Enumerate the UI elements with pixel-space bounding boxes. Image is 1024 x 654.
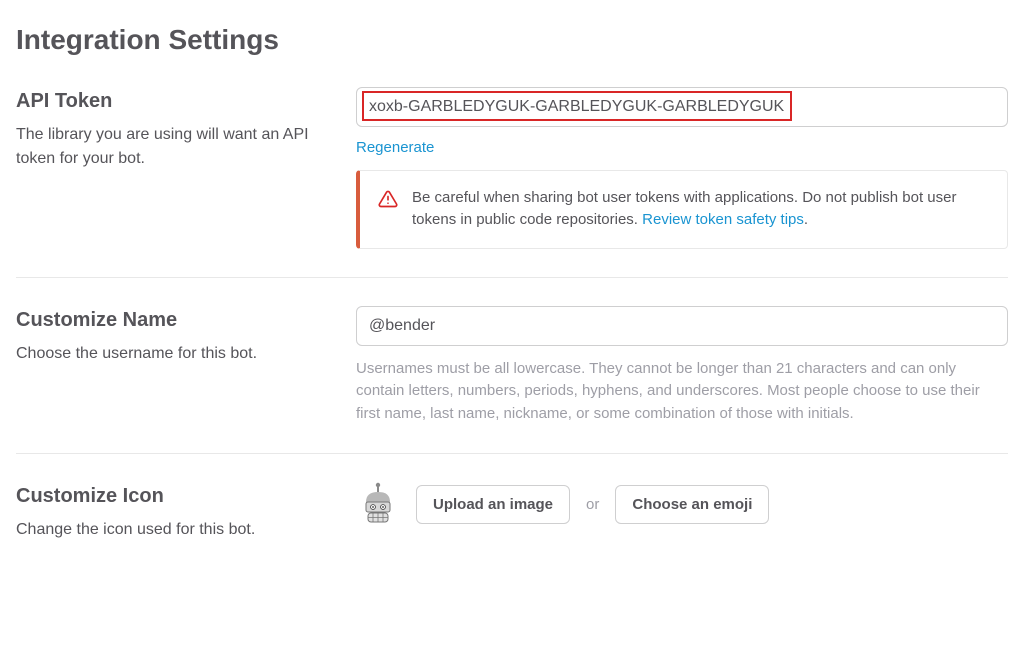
warning-icon <box>378 189 398 209</box>
api-token-input[interactable] <box>356 87 1008 127</box>
token-safety-link[interactable]: Review token safety tips <box>642 211 804 228</box>
customize-name-description: Choose the username for this bot. <box>16 342 332 366</box>
customize-name-section: Customize Name Choose the username for t… <box>16 306 1008 454</box>
choose-emoji-button[interactable]: Choose an emoji <box>615 485 769 524</box>
api-token-heading: API Token <box>16 87 332 115</box>
regenerate-link[interactable]: Regenerate <box>356 137 434 158</box>
api-token-description: The library you are using will want an A… <box>16 123 332 171</box>
or-separator: or <box>586 494 599 515</box>
token-warning-text: Be careful when sharing bot user tokens … <box>412 187 989 232</box>
api-token-section: API Token The library you are using will… <box>16 87 1008 276</box>
customize-icon-heading: Customize Icon <box>16 482 332 510</box>
customize-icon-section: Customize Name Customize Icon Change the… <box>16 482 1008 570</box>
divider <box>16 277 1008 278</box>
upload-image-button[interactable]: Upload an image <box>416 485 570 524</box>
page-title: Integration Settings <box>16 20 1008 59</box>
divider <box>16 453 1008 454</box>
customize-icon-description: Change the icon used for this bot. <box>16 518 332 542</box>
username-input[interactable] <box>356 306 1008 346</box>
bot-avatar-icon <box>356 482 400 526</box>
customize-name-heading: Customize Name <box>16 306 332 334</box>
token-warning-box: Be careful when sharing bot user tokens … <box>356 170 1008 249</box>
username-help-text: Usernames must be all lowercase. They ca… <box>356 358 1008 426</box>
